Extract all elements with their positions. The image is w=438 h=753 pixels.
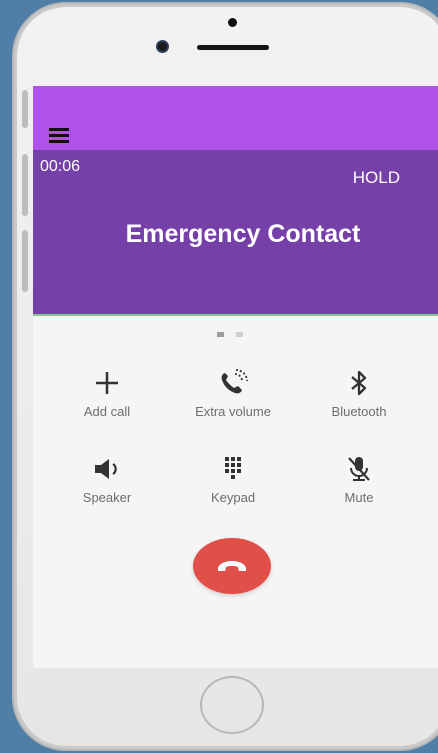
- hold-button[interactable]: HOLD: [353, 168, 400, 188]
- end-call-button[interactable]: [193, 538, 271, 594]
- bluetooth-label: Bluetooth: [331, 404, 387, 419]
- volume-up-button: [22, 154, 28, 216]
- bluetooth-button[interactable]: Bluetooth: [299, 368, 419, 419]
- volume-down-button: [22, 230, 28, 292]
- keypad-icon: [173, 454, 293, 484]
- add-call-label: Add call: [83, 404, 131, 419]
- keypad-label: Keypad: [210, 490, 256, 505]
- bluetooth-icon: [299, 368, 419, 398]
- front-camera: [158, 42, 167, 51]
- page-dot: [236, 332, 243, 337]
- call-timer: 00:06: [40, 158, 81, 175]
- page-indicator: [217, 332, 243, 337]
- keypad-button[interactable]: Keypad: [173, 454, 293, 505]
- speaker-label: Speaker: [82, 490, 132, 505]
- extra-volume-button[interactable]: Extra volume: [173, 368, 293, 419]
- add-call-button[interactable]: Add call: [47, 368, 167, 419]
- mute-label: Mute: [344, 490, 374, 505]
- extra-volume-icon: [173, 368, 293, 398]
- earpiece-speaker: [197, 45, 269, 50]
- proximity-sensor: [228, 18, 237, 27]
- page-dot-active: [217, 332, 224, 337]
- mute-icon: [299, 454, 419, 484]
- contact-name: Emergency Contact: [125, 220, 361, 248]
- extra-volume-label: Extra volume: [195, 404, 271, 419]
- call-screen: 00:06 HOLD Emergency Contact Add call Ex…: [33, 86, 438, 668]
- app-bar: [33, 86, 438, 150]
- silent-switch: [22, 90, 28, 128]
- mute-button[interactable]: Mute: [299, 454, 419, 505]
- end-call-icon: [218, 561, 246, 571]
- speaker-button[interactable]: Speaker: [47, 454, 167, 505]
- plus-icon: [47, 368, 167, 398]
- call-header: 00:06 HOLD Emergency Contact: [33, 150, 438, 316]
- home-button[interactable]: [200, 676, 264, 734]
- speaker-icon: [47, 454, 167, 484]
- menu-icon[interactable]: [49, 128, 69, 143]
